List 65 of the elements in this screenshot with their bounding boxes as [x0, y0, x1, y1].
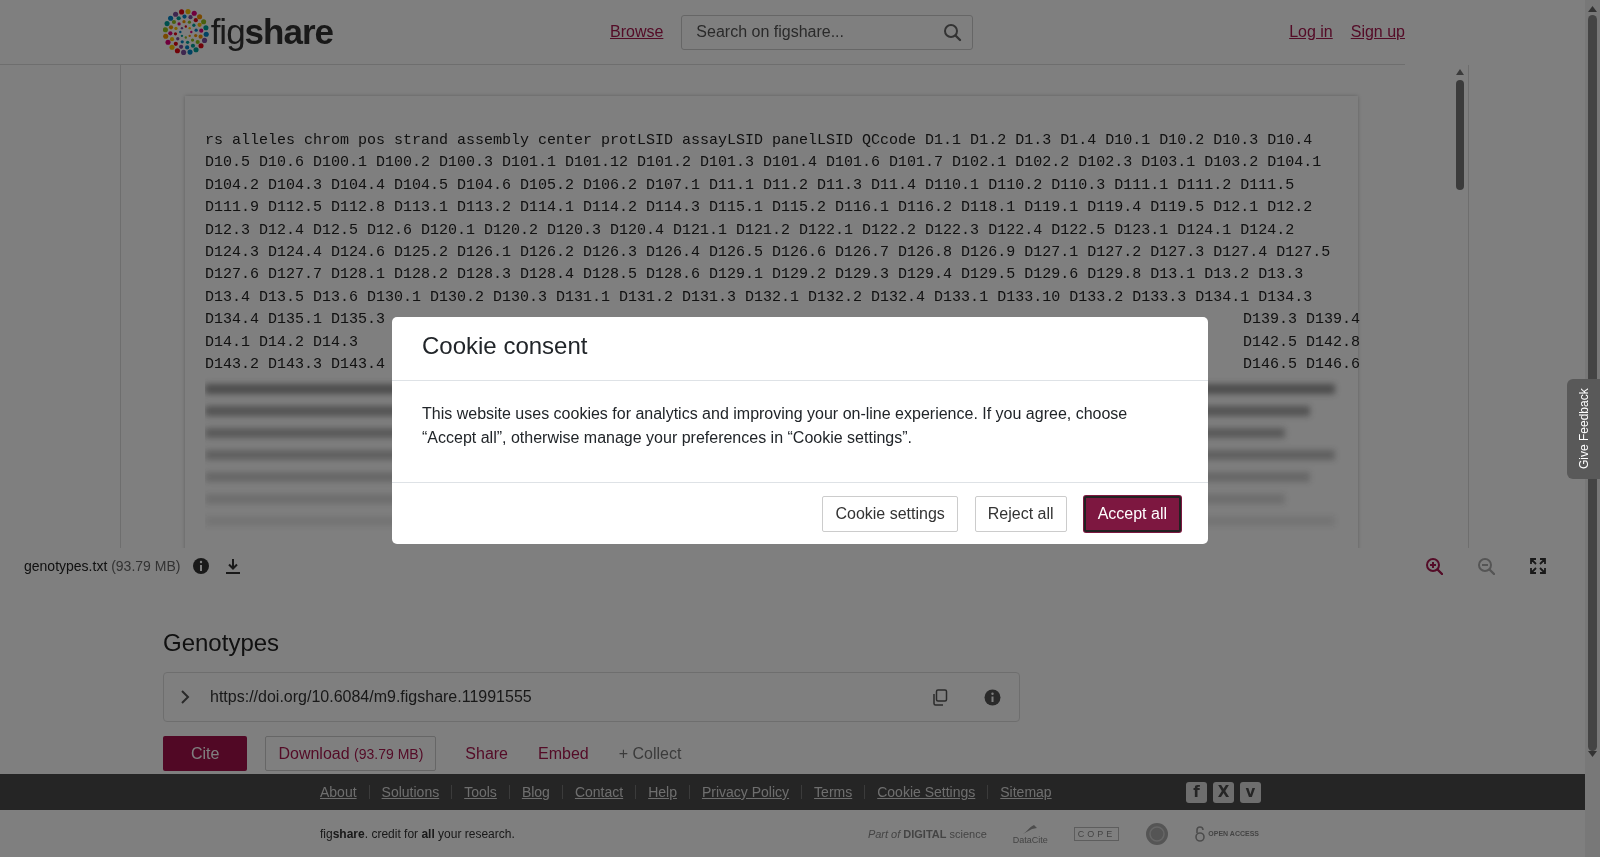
dialog-button[interactable]: Reject all [974, 496, 1067, 532]
action-button[interactable]: Share [452, 736, 521, 771]
text-line: D12.3 D12.4 D12.5 D12.6 D120.1 D120.2 D120.3 D120.4 D121.1 D121.2 D122.1 D122.2 D122.3 D122.4 D122.5 D123.1 D124.1 D124.2 [205, 220, 1296, 241]
dialog-title: Cookie consent [392, 317, 1208, 381]
chevron-right-icon [180, 689, 190, 705]
text-line: D111.9 D112.5 D112.8 D113.1 D113.2 D114.1 D114.2 D114.3 D115.1 D115.2 D116.1 D116.2 D118.1 D119.1 D119.4 D119.5 D12.1 D12.2 [205, 198, 1314, 219]
file-name: genotypes.txt (93.79 MB) [24, 557, 181, 574]
cite-button[interactable]: Cite [163, 736, 248, 771]
social-link[interactable]: v [1240, 781, 1261, 803]
text-line: rs alleles chrom pos strand assembly center protLSID assayLSID panelLSID QCcode D1.1 D1.2 D1.3 D1.4 D10.1 D10.2 D10.3 D10.4 [205, 131, 1314, 151]
footer-link[interactable]: Help [635, 785, 689, 799]
footer-link[interactable]: About [320, 785, 369, 799]
dialog-button[interactable]: Cookie settings [822, 496, 958, 532]
text-line: D10.5 D10.6 D100.1 D100.2 D100.3 D101.1 D101.12 D101.2 D101.3 D101.4 D101.6 D101.7 D102.1 D102.2 D102.3 D103.1 D103.2 D104.1 [205, 153, 1323, 174]
social-link[interactable]: f [1186, 781, 1207, 803]
search-field[interactable]: Search on figshare... [681, 14, 974, 50]
item-title: Genotypes [163, 629, 281, 657]
text-line: D104.2 D104.3 D104.4 D104.5 D104.6 D105.2 D106.2 D107.1 D11.1 D11.2 D11.3 D11.4 D110.1 D110.2 D110.3 D111.1 D111.2 D111.5 [205, 175, 1296, 196]
text-line: D13.4 D13.5 D13.6 D130.1 D130.2 D130.3 D131.1 D131.2 D131.3 D132.1 D132.2 D132.4 D133.1 D133.10 D133.2 D133.3 D134.1 D134.3 [205, 287, 1314, 308]
scroll-up-icon [1455, 68, 1465, 76]
text-line: D127.6 D127.7 D128.1 D128.2 D128.3 D128.4 D128.5 D128.6 D129.1 D129.2 D129.3 D129.4 D129.5 D129.6 D129.8 D13.1 D13.2 D13.3 [205, 265, 1305, 286]
zoom-in-icon [1425, 556, 1443, 575]
zoom-out-icon [1477, 556, 1495, 575]
auth-link[interactable]: Log in [1289, 23, 1333, 41]
auth-link[interactable]: Sign up [1350, 23, 1405, 41]
action-button[interactable]: Download (93.79 MB) [265, 736, 437, 771]
bird-icon [1022, 822, 1039, 835]
footer-link[interactable]: Contact [561, 785, 636, 799]
feedback-tab[interactable]: Give Feedback [1567, 379, 1600, 479]
footer-link[interactable]: Privacy Policy [688, 785, 802, 799]
footer-link[interactable]: Sitemap [987, 785, 1064, 799]
expand-button[interactable] [180, 689, 190, 705]
text-line: D143.2 D143.3 D143.4 [205, 355, 386, 376]
download-icon [224, 556, 243, 575]
fullscreen-icon [1529, 556, 1547, 575]
text-line: D142.5 D142.8 [1242, 332, 1360, 353]
partner-logo: COPE [1073, 826, 1120, 841]
footer-link[interactable]: Blog [508, 785, 562, 799]
footer-link[interactable]: Cookie Settings [864, 785, 988, 799]
copy-icon [932, 688, 948, 706]
pinwheel-logo-icon [163, 7, 209, 57]
seal-icon [1145, 821, 1170, 846]
text-line: D14.1 D14.2 D14.3 [205, 332, 359, 353]
info-button[interactable] [984, 688, 1001, 706]
footer-link[interactable]: Solutions [368, 785, 452, 799]
footer-link[interactable]: Terms [801, 785, 865, 799]
scroll-up-icon [1588, 6, 1597, 12]
social-link[interactable]: X [1213, 781, 1234, 803]
footer-link[interactable]: Tools [451, 785, 509, 799]
copy-button[interactable] [932, 688, 948, 706]
tagline: figshare. credit for all your research. [320, 826, 515, 841]
text-line: D146.5 D146.6 [1242, 355, 1360, 376]
accept-button[interactable]: Accept all [1083, 496, 1181, 532]
search-icon [943, 22, 963, 42]
text-line: D134.4 D135.1 D135.3 [205, 310, 386, 331]
action-button[interactable]: + Collect [605, 736, 695, 771]
text-line: D139.3 D139.4 [1242, 310, 1360, 331]
browse-link[interactable]: Browse [610, 23, 664, 41]
scrollbar-thumb[interactable] [1456, 80, 1464, 190]
logo-text: figshare [210, 12, 333, 52]
dialog-message: This website uses cookies for analytics and improving your on-line experience. If you agree, choose “Accept all”, otherwise manage your preferences in “Cookie settings”. [392, 381, 1208, 483]
info-icon [192, 556, 211, 575]
action-button[interactable]: Embed [525, 736, 602, 771]
info-icon [984, 688, 1001, 706]
text-line: D124.3 D124.4 D124.6 D125.2 D126.1 D126.2 D126.3 D126.4 D126.5 D126.6 D126.7 D126.8 D126.9 D127.1 D127.2 D127.3 D127.4 D127.5 [205, 243, 1332, 264]
